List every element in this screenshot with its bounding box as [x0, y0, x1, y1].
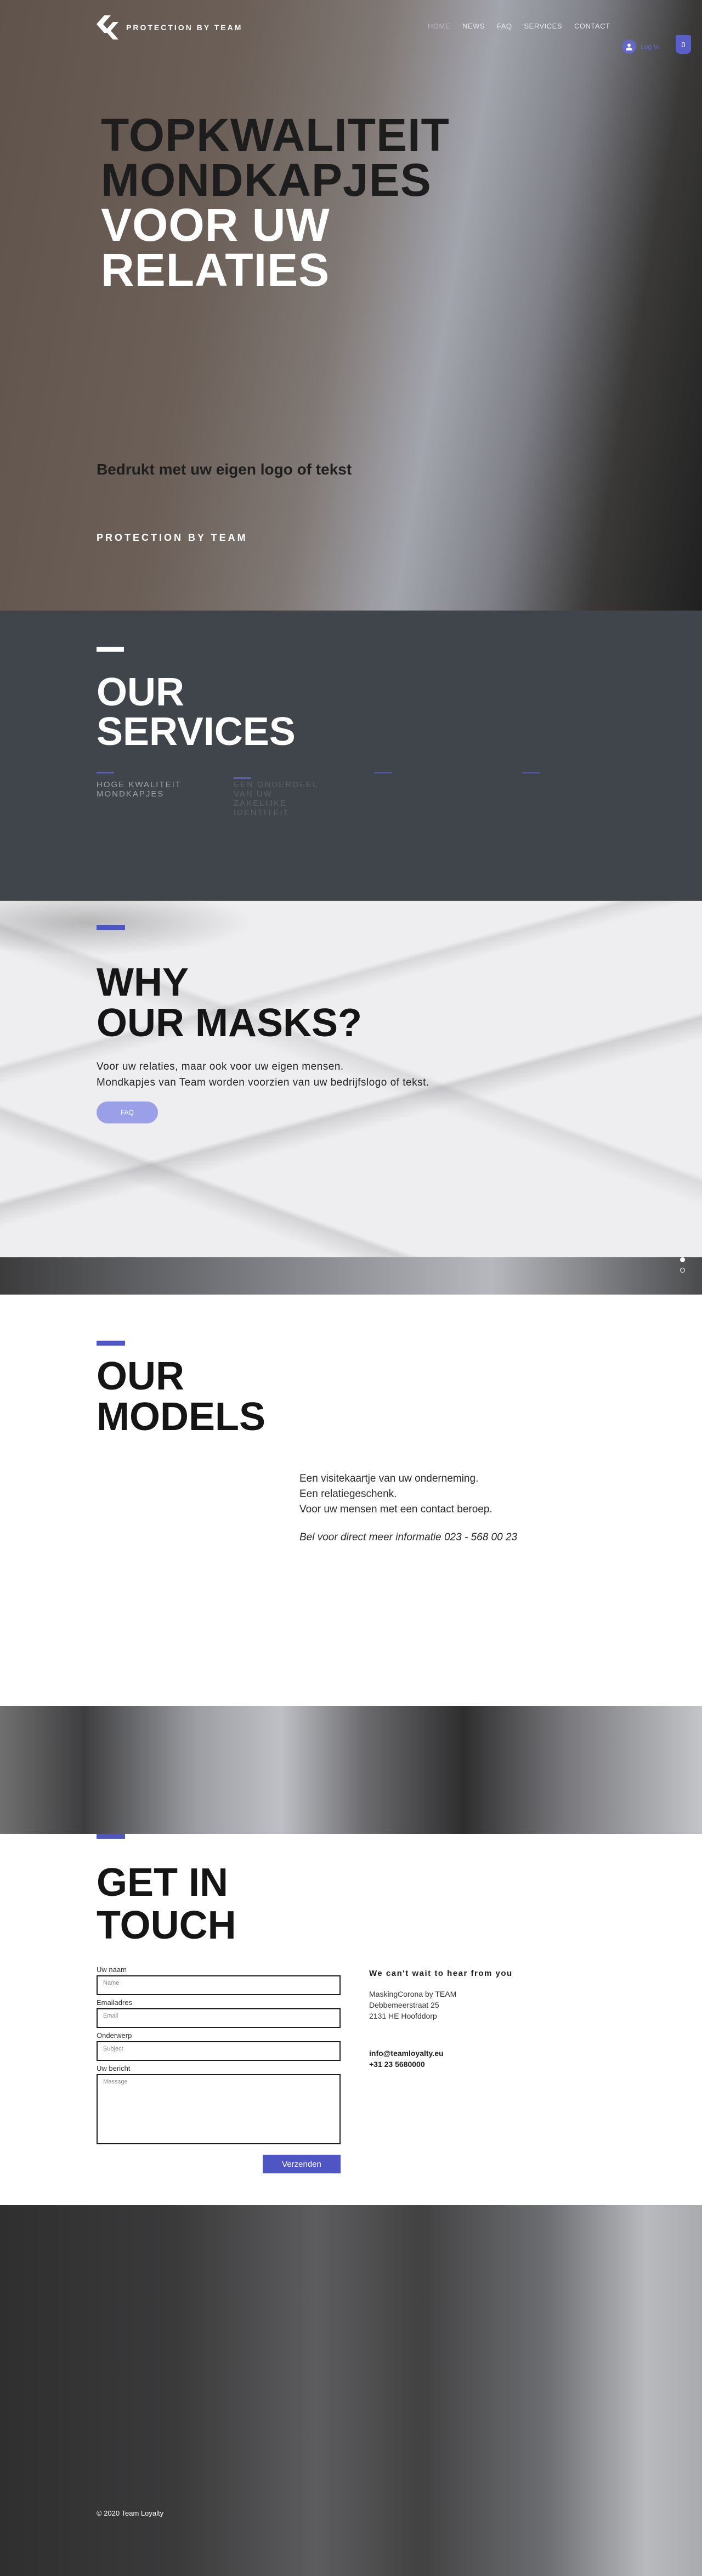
service-tick [522, 772, 540, 773]
hero-title-line: MONDKAPJES [101, 154, 432, 206]
models-title-line: MODELS [97, 1395, 266, 1439]
why-text-line: Mondkapjes van Team worden voorzien van … [97, 1077, 429, 1088]
service-item: HOGE KWALITEIT MONDKAPJES [97, 772, 184, 799]
contact-details: info@teamloyalty.eu +31 23 5680000 [369, 2048, 444, 2070]
services-title-line: SERVICES [97, 710, 296, 754]
models-section: OUR MODELS Een visitekaartje van uw onde… [0, 1295, 702, 1706]
phone-number: +31 23 5680000 [369, 2060, 425, 2069]
contact-address: MaskingCorona by TEAM Debbemeerstraat 25… [369, 1989, 456, 2021]
email-link[interactable]: info@teamloyalty.eu [369, 2048, 444, 2059]
subject-field[interactable]: Subject [97, 2041, 341, 2061]
services-section: OUR SERVICES HOGE KWALITEIT MONDKAPJES E… [0, 611, 702, 901]
models-text-line: Een relatiegeschenk. [299, 1488, 397, 1500]
nav-item-news[interactable]: NEWS [462, 22, 485, 30]
email-label: Emailadres [97, 1998, 133, 2007]
main-nav: HOME NEWS FAQ SERVICES CONTACT [428, 22, 610, 30]
cart-count: 0 [681, 40, 686, 49]
cart-button[interactable]: 0 [676, 35, 691, 54]
slideshow-dots [680, 1257, 685, 1273]
hero-title: TOPKWALITEIT MONDKAPJES VOOR UW RELATIES [101, 109, 450, 296]
hero-subtitle: Bedrukt met uw eigen logo of tekst [97, 461, 352, 478]
user-avatar-icon [622, 39, 636, 54]
contact-info-heading: We can't wait to hear from you [369, 1969, 513, 1978]
name-field[interactable]: Name [97, 1975, 341, 1995]
contact-title-line: GET IN [97, 1861, 229, 1905]
why-title-line: OUR MASKS? [97, 1001, 362, 1045]
nav-item-contact[interactable]: CONTACT [574, 22, 610, 30]
site-footer: © 2020 Team Loyalty [0, 2205, 702, 2576]
service-item [522, 772, 610, 780]
hero-section: TOPKWALITEIT MONDKAPJES VOOR UW RELATIES… [0, 0, 702, 611]
models-text-line: Voor uw mensen met een contact beroep. [299, 1504, 492, 1515]
service-tick [374, 772, 392, 773]
image-band [0, 1706, 702, 1834]
brand-name: PROTECTION BY TEAM [126, 23, 243, 32]
company-name: MaskingCorona by TEAM [369, 1990, 457, 1998]
hero-title-line: TOPKWALITEIT [101, 109, 450, 161]
section-accent-bar [97, 925, 125, 930]
models-call-text: Bel voor direct meer informatie 023 - 56… [299, 1532, 518, 1543]
nav-item-home[interactable]: HOME [428, 22, 450, 30]
login-button[interactable]: Log In [622, 39, 659, 54]
why-section: WHY OUR MASKS? Voor uw relaties, maar oo… [0, 901, 702, 1257]
contact-title-line: TOUCH [97, 1903, 236, 1947]
models-text-line: Een visitekaartje van uw onderneming. [299, 1473, 479, 1484]
street-address: Debbemeerstraat 25 [369, 2001, 439, 2009]
service-item [374, 772, 462, 780]
slideshow-strip [0, 1257, 702, 1295]
service-tick [234, 777, 251, 779]
service-text: HOGE KWALITEIT MONDKAPJES [97, 780, 182, 799]
login-label: Log In [641, 43, 659, 50]
service-item: EEN ONDERDEEL VAN UW ZAKELIJKE IDENTITEI… [234, 777, 321, 817]
services-title-line: OUR [97, 670, 184, 714]
section-accent-bar [97, 1834, 125, 1839]
section-accent-bar [97, 647, 124, 652]
why-title: WHY OUR MASKS? [97, 962, 362, 1043]
hero-title-line: RELATIES [101, 244, 330, 296]
logo-mark-icon [97, 15, 118, 39]
models-description: Een visitekaartje van uw onderneming. Ee… [299, 1471, 492, 1517]
contact-section: GET IN TOUCH Uw naam Name Emailadres Ema… [0, 1834, 702, 2205]
message-label: Uw bericht [97, 2064, 131, 2072]
submit-button[interactable]: Verzenden [263, 2155, 341, 2173]
name-label: Uw naam [97, 1965, 127, 1974]
why-title-line: WHY [97, 961, 189, 1004]
email-field[interactable]: Email [97, 2008, 341, 2028]
nav-item-services[interactable]: SERVICES [524, 22, 563, 30]
contact-title: GET IN TOUCH [97, 1861, 236, 1947]
models-title-line: OUR [97, 1354, 184, 1398]
hero-title-line: VOOR UW [101, 199, 330, 251]
service-tick [97, 772, 114, 773]
why-text-line: Voor uw relaties, maar ook voor uw eigen… [97, 1061, 344, 1072]
hero-brand-text: PROTECTION BY TEAM [97, 532, 248, 543]
copyright-text: © 2020 Team Loyalty [97, 2509, 164, 2517]
why-description: Voor uw relaties, maar ook voor uw eigen… [97, 1059, 429, 1091]
services-title: OUR SERVICES [97, 673, 296, 752]
nav-item-faq[interactable]: FAQ [497, 22, 512, 30]
city-address: 2131 HE Hoofddorp [369, 2012, 437, 2020]
message-field[interactable]: Message [97, 2074, 341, 2144]
faq-button[interactable]: FAQ [97, 1101, 158, 1123]
slide-dot[interactable] [680, 1257, 685, 1262]
slide-dot[interactable] [680, 1268, 685, 1273]
site-logo[interactable]: PROTECTION BY TEAM [97, 14, 242, 41]
subject-label: Onderwerp [97, 2031, 132, 2040]
models-title: OUR MODELS [97, 1356, 265, 1437]
site-header: PROTECTION BY TEAM HOME NEWS FAQ SERVICE… [0, 0, 702, 55]
section-accent-bar [97, 1341, 125, 1346]
service-text: EEN ONDERDEEL VAN UW ZAKELIJKE IDENTITEI… [234, 780, 318, 817]
